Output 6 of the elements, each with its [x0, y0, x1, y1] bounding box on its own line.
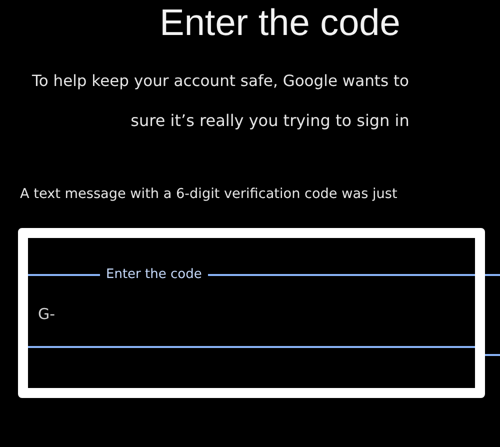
subtitle-line: sure it’s really you trying to sign in [130, 110, 410, 132]
field-value: G- [38, 305, 56, 323]
code-field[interactable]: Enter the code G- [28, 266, 475, 348]
page-title: Enter the code [158, 1, 402, 44]
subtitle-line: To help keep your account safe, Google wants to [32, 71, 410, 92]
message-text: A text message with a 6-digit verification code was just [20, 186, 398, 202]
